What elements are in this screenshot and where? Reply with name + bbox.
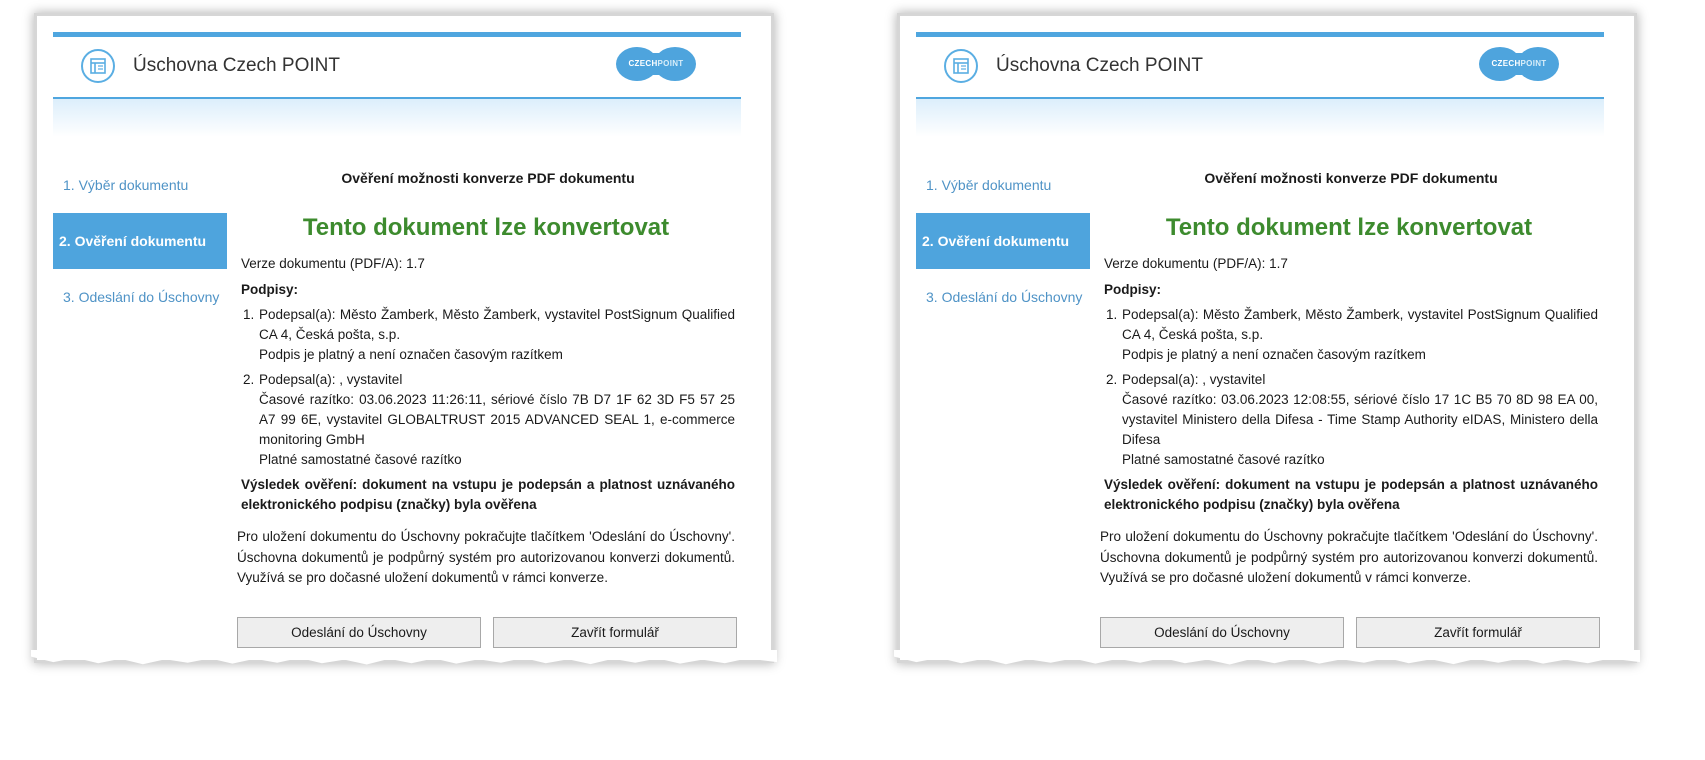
brand-text-point: POINT — [657, 59, 684, 68]
signature-item: Podepsal(a): , vystavitel Časové razítko… — [258, 370, 735, 470]
signatures-list: Podepsal(a): Město Žamberk, Město Žamber… — [1104, 305, 1598, 470]
sidebar-item-overeni[interactable]: 2. Ověření dokumentu — [916, 213, 1090, 269]
pdf-version: Verze dokumentu (PDF/A): 1.7 — [241, 256, 425, 271]
send-to-storage-button[interactable]: Odeslání do Úschovny — [237, 617, 481, 648]
screenshot-panel-right: Úschovna Czech POINT CZECHPOINT 1. Výběr… — [894, 16, 1640, 665]
main-content: Ověření možnosti konverze PDF dokumentu … — [237, 170, 735, 589]
signature-status: Platné samostatné časové razítko — [259, 452, 462, 467]
app-header: Úschovna Czech POINT CZECHPOINT — [53, 37, 741, 97]
sidebar-item-overeni[interactable]: 2. Ověření dokumentu — [53, 213, 227, 269]
verification-result: Výsledek ověření: dokument na vstupu je … — [1104, 477, 1598, 512]
signature-timestamp: Časové razítko: 03.06.2023 12:08:55, sér… — [1122, 392, 1598, 447]
signature-signer: Podepsal(a): , vystavitel — [259, 372, 403, 387]
steps-sidebar: 1. Výběr dokumentu 2. Ověření dokumentu … — [53, 157, 227, 325]
sidebar-item-odeslani[interactable]: 3. Odeslání do Úschovny — [53, 269, 227, 325]
signature-item: Podepsal(a): , vystavitel Časové razítko… — [1121, 370, 1598, 470]
czech-point-logo: CZECHPOINT — [616, 47, 696, 81]
section-title: Ověření možnosti konverze PDF dokumentu — [1204, 170, 1498, 186]
signature-item: Podepsal(a): Město Žamberk, Město Žamber… — [1121, 305, 1598, 365]
signature-item: Podepsal(a): Město Žamberk, Město Žamber… — [258, 305, 735, 365]
sidebar-item-vyber[interactable]: 1. Výběr dokumentu — [53, 157, 227, 213]
app-header: Úschovna Czech POINT CZECHPOINT — [916, 37, 1604, 97]
signature-status: Platné samostatné časové razítko — [1122, 452, 1325, 467]
pdf-version: Verze dokumentu (PDF/A): 1.7 — [1104, 256, 1288, 271]
brand-text-czech: CZECH — [628, 59, 658, 68]
sidebar-item-vyber[interactable]: 1. Výběr dokumentu — [916, 157, 1090, 213]
main-content: Ověření možnosti konverze PDF dokumentu … — [1100, 170, 1598, 589]
app-title: Úschovna Czech POINT — [133, 55, 340, 76]
info-text: Pro uložení dokumentu do Úschovny pokrač… — [1100, 529, 1598, 585]
verification-result: Výsledek ověření: dokument na vstupu je … — [241, 477, 735, 512]
torn-edge — [31, 650, 777, 665]
app-title: Úschovna Czech POINT — [996, 55, 1203, 76]
signatures-label: Podpisy: — [1104, 282, 1162, 297]
document-icon — [81, 49, 115, 83]
send-to-storage-button[interactable]: Odeslání do Úschovny — [1100, 617, 1344, 648]
close-form-button[interactable]: Zavřít formulář — [1356, 617, 1600, 648]
signature-signer: Podepsal(a): Město Žamberk, Město Žamber… — [1122, 307, 1598, 342]
czech-point-logo: CZECHPOINT — [1479, 47, 1559, 81]
torn-edge — [894, 650, 1640, 665]
signatures-label: Podpisy: — [241, 282, 299, 297]
status-heading: Tento dokument lze konvertovat — [1165, 214, 1533, 241]
info-text: Pro uložení dokumentu do Úschovny pokrač… — [237, 529, 735, 585]
close-form-button[interactable]: Zavřít formulář — [493, 617, 737, 648]
signature-timestamp: Časové razítko: 03.06.2023 11:26:11, sér… — [259, 392, 735, 447]
signature-signer: Podepsal(a): , vystavitel — [1122, 372, 1266, 387]
document-icon — [944, 49, 978, 83]
status-heading: Tento dokument lze konvertovat — [302, 214, 670, 241]
brand-text-czech: CZECH — [1491, 59, 1521, 68]
sidebar-item-odeslani[interactable]: 3. Odeslání do Úschovny — [916, 269, 1090, 325]
steps-sidebar: 1. Výběr dokumentu 2. Ověření dokumentu … — [916, 157, 1090, 325]
signature-status: Podpis je platný a není označen časovým … — [1122, 347, 1426, 362]
brand-text-point: POINT — [1520, 59, 1547, 68]
header-gradient — [916, 99, 1604, 137]
screenshot-panel-left: Úschovna Czech POINT CZECHPOINT 1. Výběr… — [31, 16, 777, 665]
signature-status: Podpis je platný a není označen časovým … — [259, 347, 563, 362]
signature-signer: Podepsal(a): Město Žamberk, Město Žamber… — [259, 307, 735, 342]
signatures-list: Podepsal(a): Město Žamberk, Město Žamber… — [241, 305, 735, 470]
header-gradient — [53, 99, 741, 137]
section-title: Ověření možnosti konverze PDF dokumentu — [341, 170, 635, 186]
